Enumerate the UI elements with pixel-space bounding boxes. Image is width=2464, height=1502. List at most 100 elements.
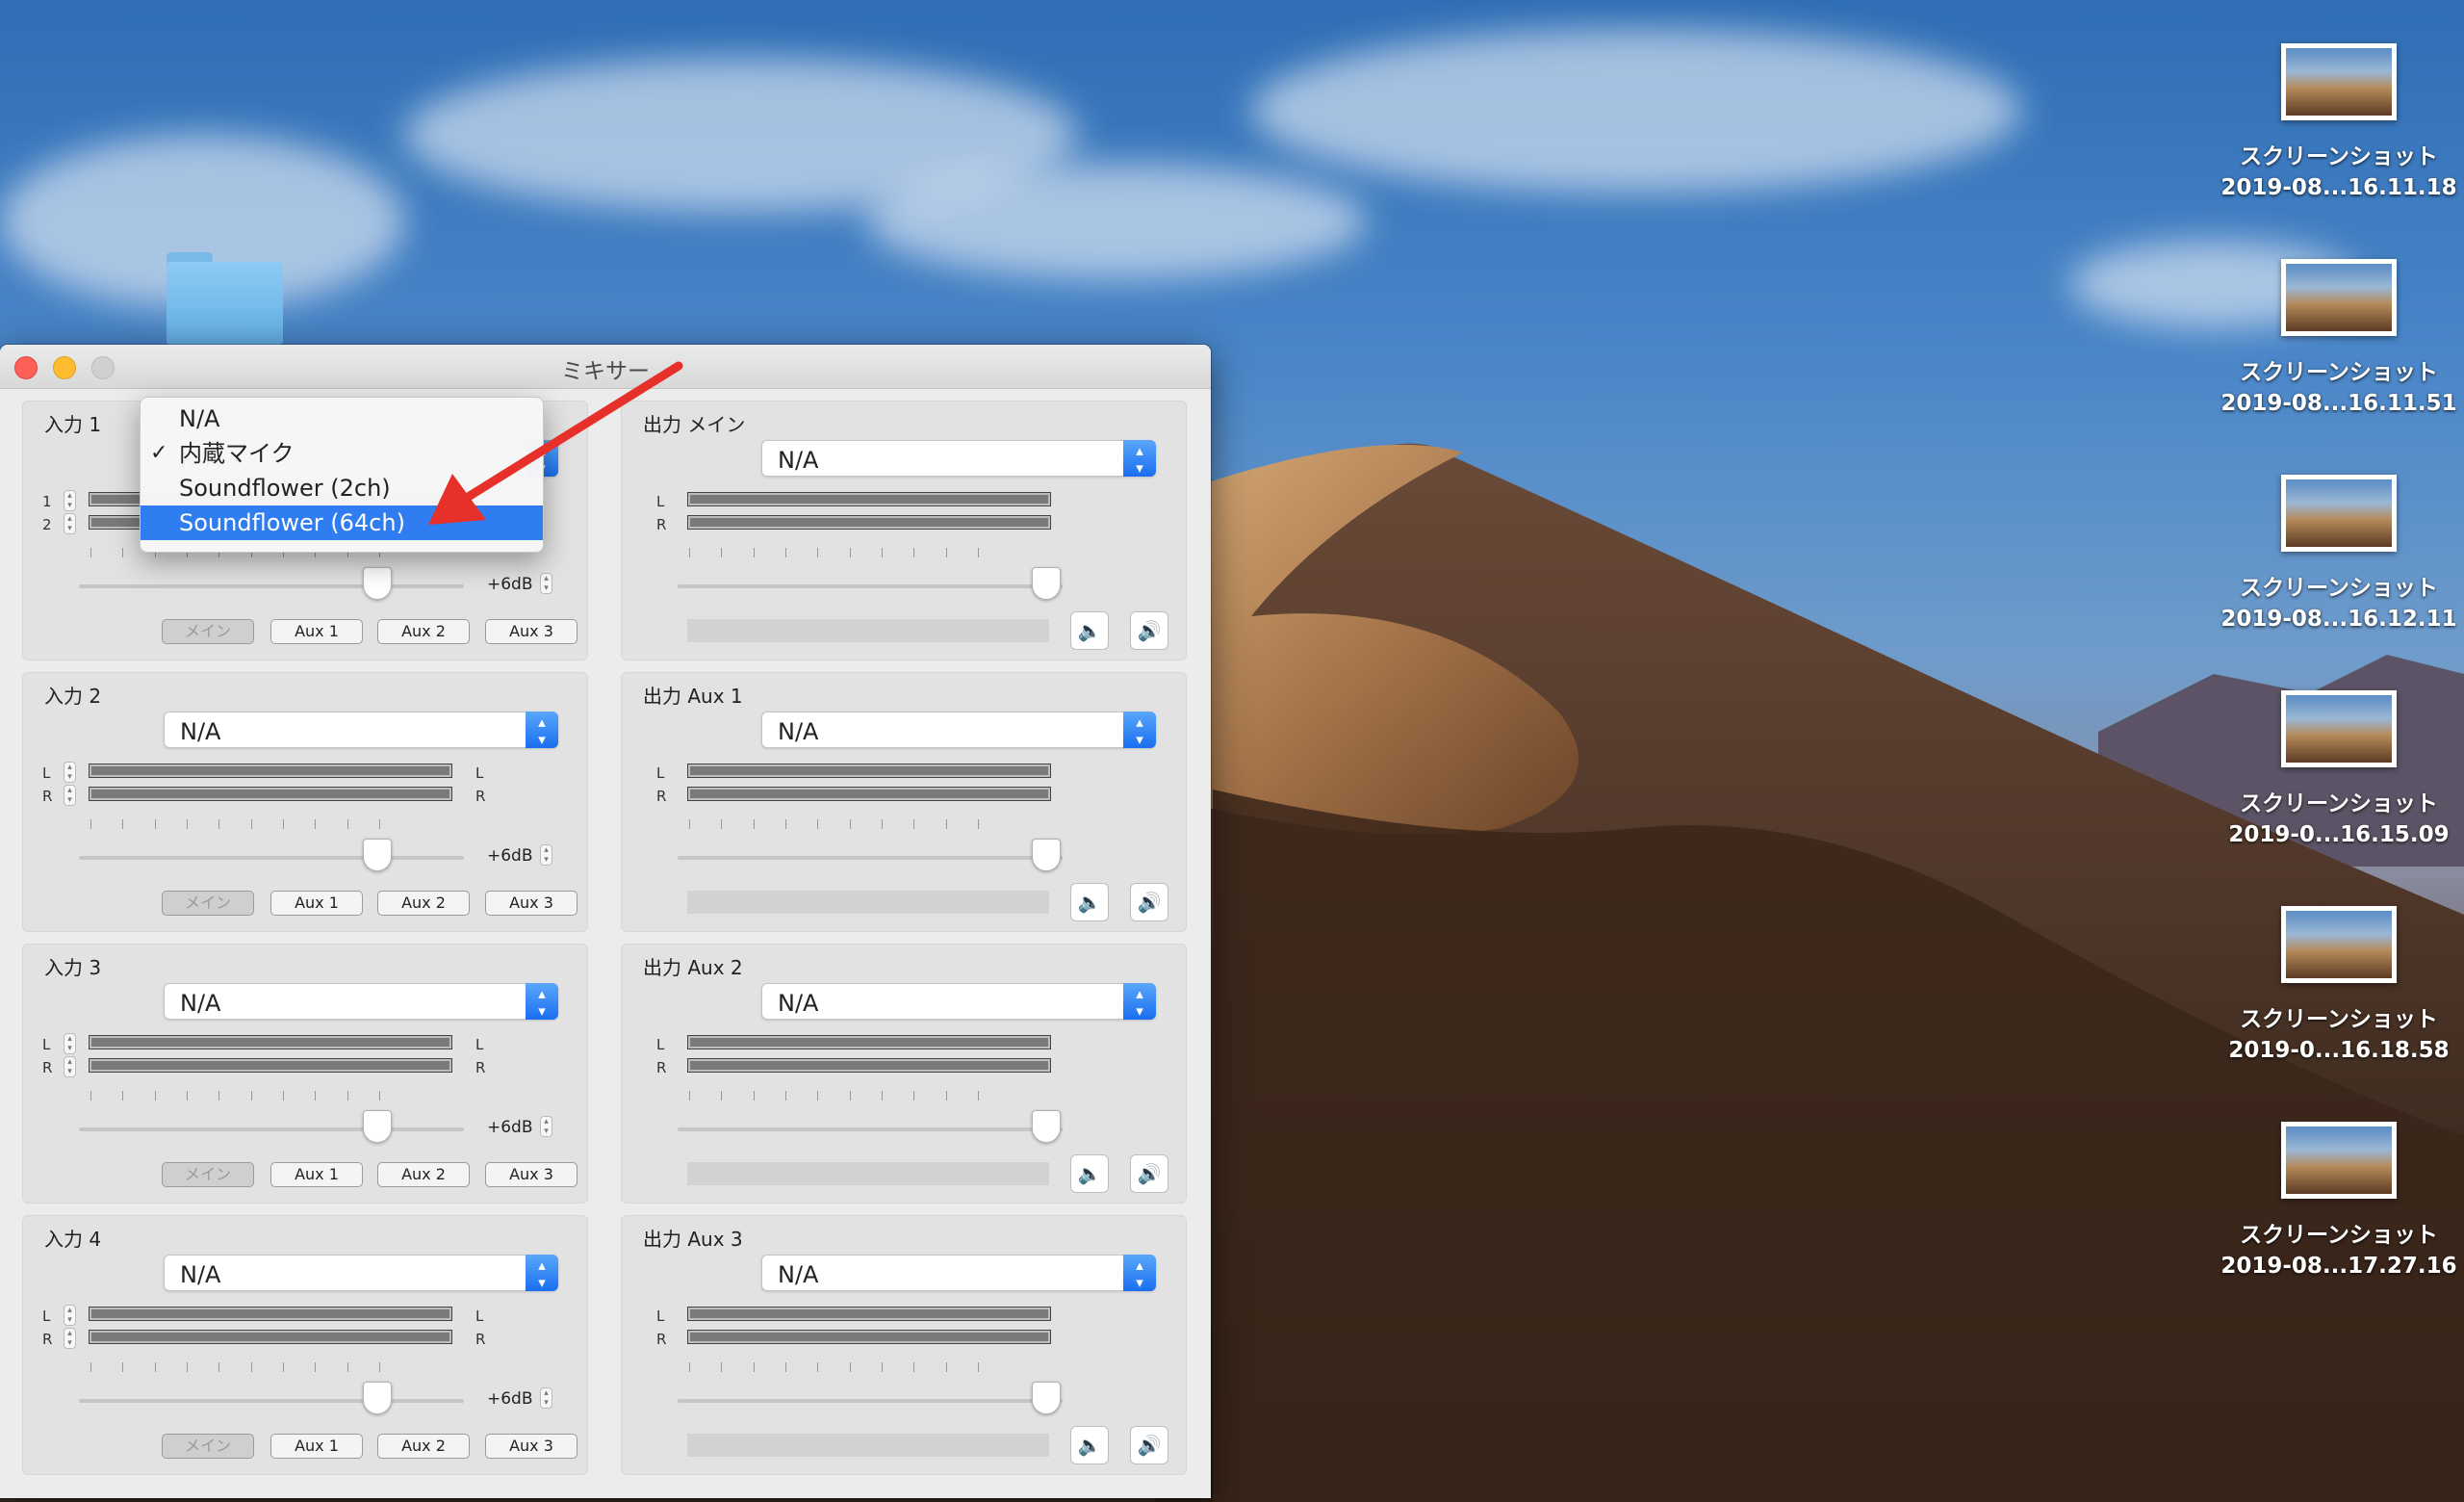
volume-slider[interactable]: [678, 1399, 1063, 1403]
folder-icon[interactable]: [167, 252, 283, 345]
volume-down-speaker-icon[interactable]: 🔈: [1070, 611, 1109, 650]
menu-item-soundflower-2ch[interactable]: Soundflower (2ch): [141, 471, 543, 505]
output-device-select[interactable]: N/A ▴ ▾: [761, 983, 1156, 1020]
volume-slider-knob[interactable]: [1032, 839, 1061, 871]
volume-up-speaker-icon[interactable]: 🔊: [1130, 611, 1168, 650]
channel-label: R: [656, 788, 667, 805]
gain-slider[interactable]: [79, 584, 464, 588]
volume-down-speaker-icon[interactable]: 🔈: [1070, 883, 1109, 921]
file-name-line1: スクリーンショット: [2240, 1007, 2438, 1032]
volume-down-speaker-icon[interactable]: 🔈: [1070, 1154, 1109, 1193]
gain-slider[interactable]: [79, 1399, 464, 1403]
bus-button-aux3[interactable]: Aux 3: [485, 1434, 578, 1459]
level-meter-right: [89, 1330, 452, 1344]
volume-slider-knob[interactable]: [1032, 1110, 1061, 1143]
output-panel-1: 出力 メイン N/A ▴ ▾ L R 🔈 🔊: [621, 401, 1187, 660]
menu-item-label: Soundflower (64ch): [179, 509, 405, 536]
desktop-file-screenshot-1[interactable]: スクリーンショット 2019-08...16.11.18: [2214, 43, 2464, 203]
volume-up-speaker-icon[interactable]: 🔊: [1130, 1154, 1168, 1193]
file-name-line2: 2019-08...16.12.11: [2220, 607, 2457, 632]
output-device-select[interactable]: N/A ▴ ▾: [761, 1255, 1156, 1291]
output-device-select[interactable]: N/A ▴ ▾: [761, 440, 1156, 477]
gain-slider[interactable]: [79, 856, 464, 860]
bus-button-aux3[interactable]: Aux 3: [485, 619, 578, 644]
menu-item-builtin-mic[interactable]: ✓ 内蔵マイク: [141, 436, 543, 471]
channel-label: L: [42, 1308, 51, 1325]
channel-stepper[interactable]: ▴ ▾: [64, 1056, 76, 1077]
channel-stepper[interactable]: ▴ ▾: [64, 762, 76, 783]
output-panel-3: 出力 Aux 2 N/A ▴ ▾ L R 🔈 🔊: [621, 944, 1187, 1204]
panel-title: 入力 1: [44, 413, 102, 436]
desktop-file-screenshot-5[interactable]: スクリーンショット 2019-0...16.18.58: [2214, 906, 2464, 1066]
volume-slider[interactable]: [678, 584, 1063, 588]
bus-button-main[interactable]: メイン: [162, 1434, 254, 1459]
volume-slider-knob[interactable]: [1032, 567, 1061, 600]
channel-stepper[interactable]: ▴ ▾: [64, 513, 76, 534]
volume-up-speaker-icon[interactable]: 🔊: [1130, 883, 1168, 921]
channel-label: L: [656, 1036, 665, 1053]
gain-stepper[interactable]: ▴ ▾: [540, 1116, 552, 1137]
input-device-select[interactable]: N/A ▴▾: [164, 983, 558, 1020]
output-panel-4: 出力 Aux 3 N/A ▴ ▾ L R 🔈 🔊: [621, 1215, 1187, 1475]
panel-title: 出力 メイン: [643, 413, 746, 436]
file-name-line1: スクリーンショット: [2240, 1223, 2438, 1248]
channel-label: L: [42, 1036, 51, 1053]
bus-button-aux2[interactable]: Aux 2: [377, 891, 470, 916]
bus-button-main[interactable]: メイン: [162, 891, 254, 916]
channel-label: R: [475, 788, 486, 805]
panel-title: 出力 Aux 3: [643, 1228, 743, 1251]
channel-label: R: [42, 1059, 53, 1076]
input-panel-3: 入力 3 N/A ▴ ▾ L R ▴ ▾ ▴ ▾ L R +6dB ▴ ▾ メイン Aux 1 Aux 2 Aux …: [22, 944, 588, 1204]
bus-button-aux2[interactable]: Aux 2: [377, 1434, 470, 1459]
input-device-select[interactable]: N/A ▴▾: [164, 712, 558, 748]
bus-button-aux1[interactable]: Aux 1: [270, 1162, 363, 1187]
output-device-select[interactable]: N/A ▴ ▾: [761, 712, 1156, 748]
screenshot-thumbnail-icon: [2281, 475, 2397, 552]
gain-stepper[interactable]: ▴ ▾: [540, 573, 552, 594]
channel-stepper[interactable]: ▴ ▾: [64, 1033, 76, 1054]
volume-slider-knob[interactable]: [1032, 1382, 1061, 1414]
desktop-file-screenshot-4[interactable]: スクリーンショット 2019-0...16.15.09: [2214, 690, 2464, 850]
desktop-file-screenshot-2[interactable]: スクリーンショット 2019-08...16.11.51: [2214, 259, 2464, 419]
menu-item-soundflower-64ch[interactable]: Soundflower (64ch): [141, 505, 543, 540]
selected-value: N/A: [778, 447, 819, 474]
bus-button-aux1[interactable]: Aux 1: [270, 1434, 363, 1459]
level-meter-right: [687, 1058, 1051, 1073]
volume-slider[interactable]: [678, 1127, 1063, 1131]
window-title: ミキサー: [561, 359, 650, 384]
bus-button-aux2[interactable]: Aux 2: [377, 619, 470, 644]
desktop-file-screenshot-6[interactable]: スクリーンショット 2019-08...17.27.16: [2214, 1122, 2464, 1282]
input-device-dropdown-menu: N/A ✓ 内蔵マイク Soundflower (2ch) Soundflower…: [140, 397, 544, 553]
gain-slider-knob[interactable]: [363, 839, 392, 871]
volume-down-speaker-icon[interactable]: 🔈: [1070, 1426, 1109, 1464]
bus-button-aux3[interactable]: Aux 3: [485, 1162, 578, 1187]
volume-up-speaker-icon[interactable]: 🔊: [1130, 1426, 1168, 1464]
gain-slider-knob[interactable]: [363, 1110, 392, 1143]
channel-stepper[interactable]: ▴ ▾: [64, 1328, 76, 1349]
bus-button-main[interactable]: メイン: [162, 619, 254, 644]
channel-stepper[interactable]: ▴ ▾: [64, 1305, 76, 1326]
bus-button-aux1[interactable]: Aux 1: [270, 619, 363, 644]
input-device-select[interactable]: N/A ▴▾: [164, 1255, 558, 1291]
selected-value: N/A: [180, 990, 221, 1017]
bus-button-aux2[interactable]: Aux 2: [377, 1162, 470, 1187]
volume-slider[interactable]: [678, 856, 1063, 860]
level-meter-left: [687, 1035, 1051, 1049]
chevron-updown-icon: ▴▾: [1123, 440, 1156, 477]
channel-stepper[interactable]: ▴ ▾: [64, 785, 76, 806]
gain-slider-knob[interactable]: [363, 1382, 392, 1414]
channel-stepper[interactable]: ▴ ▾: [64, 490, 76, 511]
bus-button-aux3[interactable]: Aux 3: [485, 891, 578, 916]
bus-button-aux1[interactable]: Aux 1: [270, 891, 363, 916]
gain-stepper[interactable]: ▴ ▾: [540, 844, 552, 866]
level-meter-left: [89, 1307, 452, 1321]
menu-item-na[interactable]: N/A: [141, 401, 543, 436]
output-level-bar: [687, 891, 1049, 914]
desktop-file-screenshot-3[interactable]: スクリーンショット 2019-08...16.12.11: [2214, 475, 2464, 634]
bus-button-main[interactable]: メイン: [162, 1162, 254, 1187]
gain-slider[interactable]: [79, 1127, 464, 1131]
panel-title: 入力 3: [44, 956, 102, 979]
title-bar: ミキサー: [0, 345, 1211, 389]
gain-slider-knob[interactable]: [363, 567, 392, 600]
gain-stepper[interactable]: ▴ ▾: [540, 1387, 552, 1409]
